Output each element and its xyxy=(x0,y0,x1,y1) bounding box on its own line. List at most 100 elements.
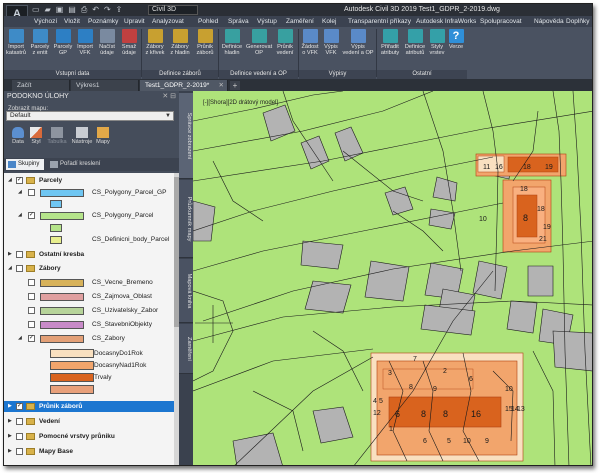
tree-group-parcely[interactable]: ◢ ✓ Parcely xyxy=(4,175,174,186)
redo-icon[interactable]: ↷ xyxy=(104,5,111,15)
tree-group-pomocne-vrstvy[interactable]: ▶ Pomocné vrstvy průniku xyxy=(4,431,174,442)
drawing-canvas[interactable]: 11 16 18 19 18 8 18 10 21 19 7 3 2 6 8 9… xyxy=(193,91,592,465)
tree-group-mapy-base[interactable]: ▶ Mapy Base xyxy=(4,446,174,457)
prunik-zaboru-button[interactable]: Průnik záborů xyxy=(193,29,217,67)
vtab-pruzkumnik-mapy[interactable]: Průzkumník mapy xyxy=(179,180,193,258)
tree-layer-zabory[interactable]: ◢ ✓ CS_Zabory xyxy=(4,333,174,344)
expand-icon[interactable]: ▶ xyxy=(8,446,14,457)
vtab-spravce-zobrazeni[interactable]: Správce zobrazení xyxy=(179,93,193,179)
smaz-udaje-button[interactable]: Smaž údaje xyxy=(118,29,140,67)
zadost-o-vfk-button[interactable]: Žádost o VFK xyxy=(300,29,320,67)
tab-skupiny[interactable]: Skupiny xyxy=(6,159,44,170)
collapse-icon[interactable]: ◢ xyxy=(8,175,14,186)
import-katastru-button[interactable]: Import katastrů xyxy=(5,29,27,67)
share-icon[interactable]: ⇪ xyxy=(116,5,123,15)
checkbox[interactable] xyxy=(28,293,35,300)
tree-layer-polygony-parcel[interactable]: ◢ ✓ CS_Polygony_Parcel xyxy=(4,210,174,221)
open-file-icon[interactable]: ▰ xyxy=(45,5,51,15)
workspace-switcher[interactable]: Civil 3D xyxy=(148,5,198,15)
tree-style-docasny-nad-1-rok[interactable]: DocasnyNad1Rok xyxy=(4,360,174,371)
checkbox[interactable]: ✓ xyxy=(16,403,23,410)
checkbox[interactable] xyxy=(16,433,23,440)
tab-zamereni[interactable]: Zaměření xyxy=(286,16,314,27)
tab-kolej[interactable]: Kolej xyxy=(322,16,336,27)
definice-hladin-button[interactable]: Definice hladin xyxy=(220,29,244,67)
collapse-icon[interactable]: ◢ xyxy=(18,333,24,344)
generovat-op-button[interactable]: Generovat OP xyxy=(246,29,272,67)
tree-layer-polygony-parcel-gp[interactable]: ◢ CS_Polygony_Parcel_GP xyxy=(4,187,174,198)
tab-sprava[interactable]: Správa xyxy=(228,16,249,27)
tab-infraworks[interactable]: Autodesk InfraWorks xyxy=(416,16,476,27)
prunik-vedeni-button[interactable]: Průnik vedení xyxy=(274,29,296,67)
checkbox[interactable] xyxy=(16,251,23,258)
tree-group-vedeni[interactable]: ▶ Vedení xyxy=(4,416,174,427)
tab-napoveda[interactable]: Nápověda xyxy=(534,16,564,27)
data-tool-button[interactable]: Data xyxy=(10,127,26,145)
tree-layer-zajmova-oblast[interactable]: CS_Zajmova_Oblast xyxy=(4,291,174,302)
tab-vychozi[interactable]: Výchozí xyxy=(34,16,57,27)
tab-pohled[interactable]: Pohled xyxy=(198,16,218,27)
tree-group-zabory[interactable]: ◢ Zábory xyxy=(4,263,174,274)
checkbox[interactable]: ✓ xyxy=(28,335,35,342)
vypis-vedeni-a-op-button[interactable]: Výpis vedení a OP xyxy=(342,29,374,67)
definice-atributu-button[interactable]: Definice atributů xyxy=(403,29,427,67)
checkbox[interactable]: ✓ xyxy=(16,177,23,184)
tree-group-ostatni-kresba[interactable]: ▶ Ostatní kresba xyxy=(4,249,174,260)
tab-spolupracovat[interactable]: Spolupracovat xyxy=(480,16,522,27)
doc-tab-start[interactable]: Začít xyxy=(12,80,70,91)
zabory-z-hladin-button[interactable]: Zábory z hladin xyxy=(168,29,192,67)
tree-style-trvaly[interactable]: Trvaly xyxy=(4,372,174,383)
expand-icon[interactable]: ▶ xyxy=(8,431,14,442)
checkbox[interactable] xyxy=(28,321,35,328)
undo-icon[interactable]: ↶ xyxy=(92,5,99,15)
vypis-vfk-button[interactable]: Výpis VFK xyxy=(322,29,340,67)
vtab-zamereni[interactable]: Zaměření xyxy=(179,324,193,374)
table-tool-button[interactable]: Tabulka xyxy=(44,127,70,145)
tree-layer-stavebni-objekty[interactable]: CS_StavebniObjekty xyxy=(4,319,174,330)
tree-layer-uzivatelsky-zabor[interactable]: CS_Uzivatelsky_Zabor xyxy=(4,305,174,316)
tab-doplnky[interactable]: Doplňky xyxy=(566,16,589,27)
new-tab-button[interactable]: + xyxy=(230,81,240,90)
new-file-icon[interactable]: ▭ xyxy=(32,5,40,15)
doc-tab-vykres1[interactable]: Výkres1 xyxy=(71,80,139,91)
import-vfk-button[interactable]: Import VFK xyxy=(74,29,96,67)
tools-button[interactable]: Nástroje xyxy=(70,127,94,145)
style-tool-button[interactable]: Styl xyxy=(28,127,44,145)
checkbox[interactable] xyxy=(28,307,35,314)
doc-tab-test1[interactable]: Test1_GDPR_2-2019* ✕ xyxy=(140,80,228,91)
tab-vlozit[interactable]: Vložit xyxy=(64,16,80,27)
collapse-icon[interactable]: ◢ xyxy=(18,187,24,198)
checkbox[interactable] xyxy=(16,265,23,272)
checkbox[interactable] xyxy=(16,448,23,455)
checkbox[interactable] xyxy=(16,418,23,425)
zabory-z-krivek-button[interactable]: Zábory z křivek xyxy=(143,29,167,67)
parcely-z-entit-button[interactable]: Parcely z entit xyxy=(29,29,51,67)
checkbox[interactable] xyxy=(28,279,35,286)
tab-transparentni-prikazy[interactable]: Transparentní příkazy xyxy=(348,16,411,27)
tree-style-docasny-do-1-rok[interactable]: DocasnyDo1Rok xyxy=(4,348,174,359)
collapse-icon[interactable]: ◢ xyxy=(8,263,14,274)
maps-tool-button[interactable]: Mapy xyxy=(95,127,111,145)
checkbox[interactable] xyxy=(28,189,35,196)
parcely-gp-button[interactable]: Parcely GP xyxy=(52,29,74,67)
tab-vystup[interactable]: Výstup xyxy=(257,16,277,27)
checkbox[interactable]: ✓ xyxy=(28,212,35,219)
verze-button[interactable]: ? Verze xyxy=(447,29,465,67)
tree-group-prunik-zaboru[interactable]: ▶ ✓ Průnik záborů xyxy=(4,401,174,412)
tree-layer-vecne-bremeno[interactable]: CS_Vecne_Bremeno xyxy=(4,277,174,288)
tab-upravit[interactable]: Upravit xyxy=(124,16,145,27)
close-tab-icon[interactable]: ✕ xyxy=(219,80,224,91)
priradit-atributy-button[interactable]: Přiřadit atributy xyxy=(378,29,402,67)
nacist-udaje-button[interactable]: Načíst údaje xyxy=(96,29,118,67)
expand-icon[interactable]: ▶ xyxy=(8,416,14,427)
saveas-icon[interactable]: ▤ xyxy=(68,5,76,15)
tab-analyzovat[interactable]: Analyzovat xyxy=(152,16,184,27)
map-select[interactable]: Default ▼ xyxy=(6,111,174,121)
collapse-icon[interactable]: ◢ xyxy=(18,210,24,221)
tree-layer-definicni-body[interactable]: CS_Definicni_body_Parcel xyxy=(4,234,174,245)
save-icon[interactable]: ▣ xyxy=(56,5,64,15)
tab-poradi-kresleni[interactable]: Pořadí kreslení xyxy=(48,159,118,170)
expand-icon[interactable]: ▶ xyxy=(8,401,14,412)
styly-vrstev-button[interactable]: Styly vrstev xyxy=(428,29,446,67)
viewport-label[interactable]: [-][Shora][2D drátový model] xyxy=(203,100,278,106)
